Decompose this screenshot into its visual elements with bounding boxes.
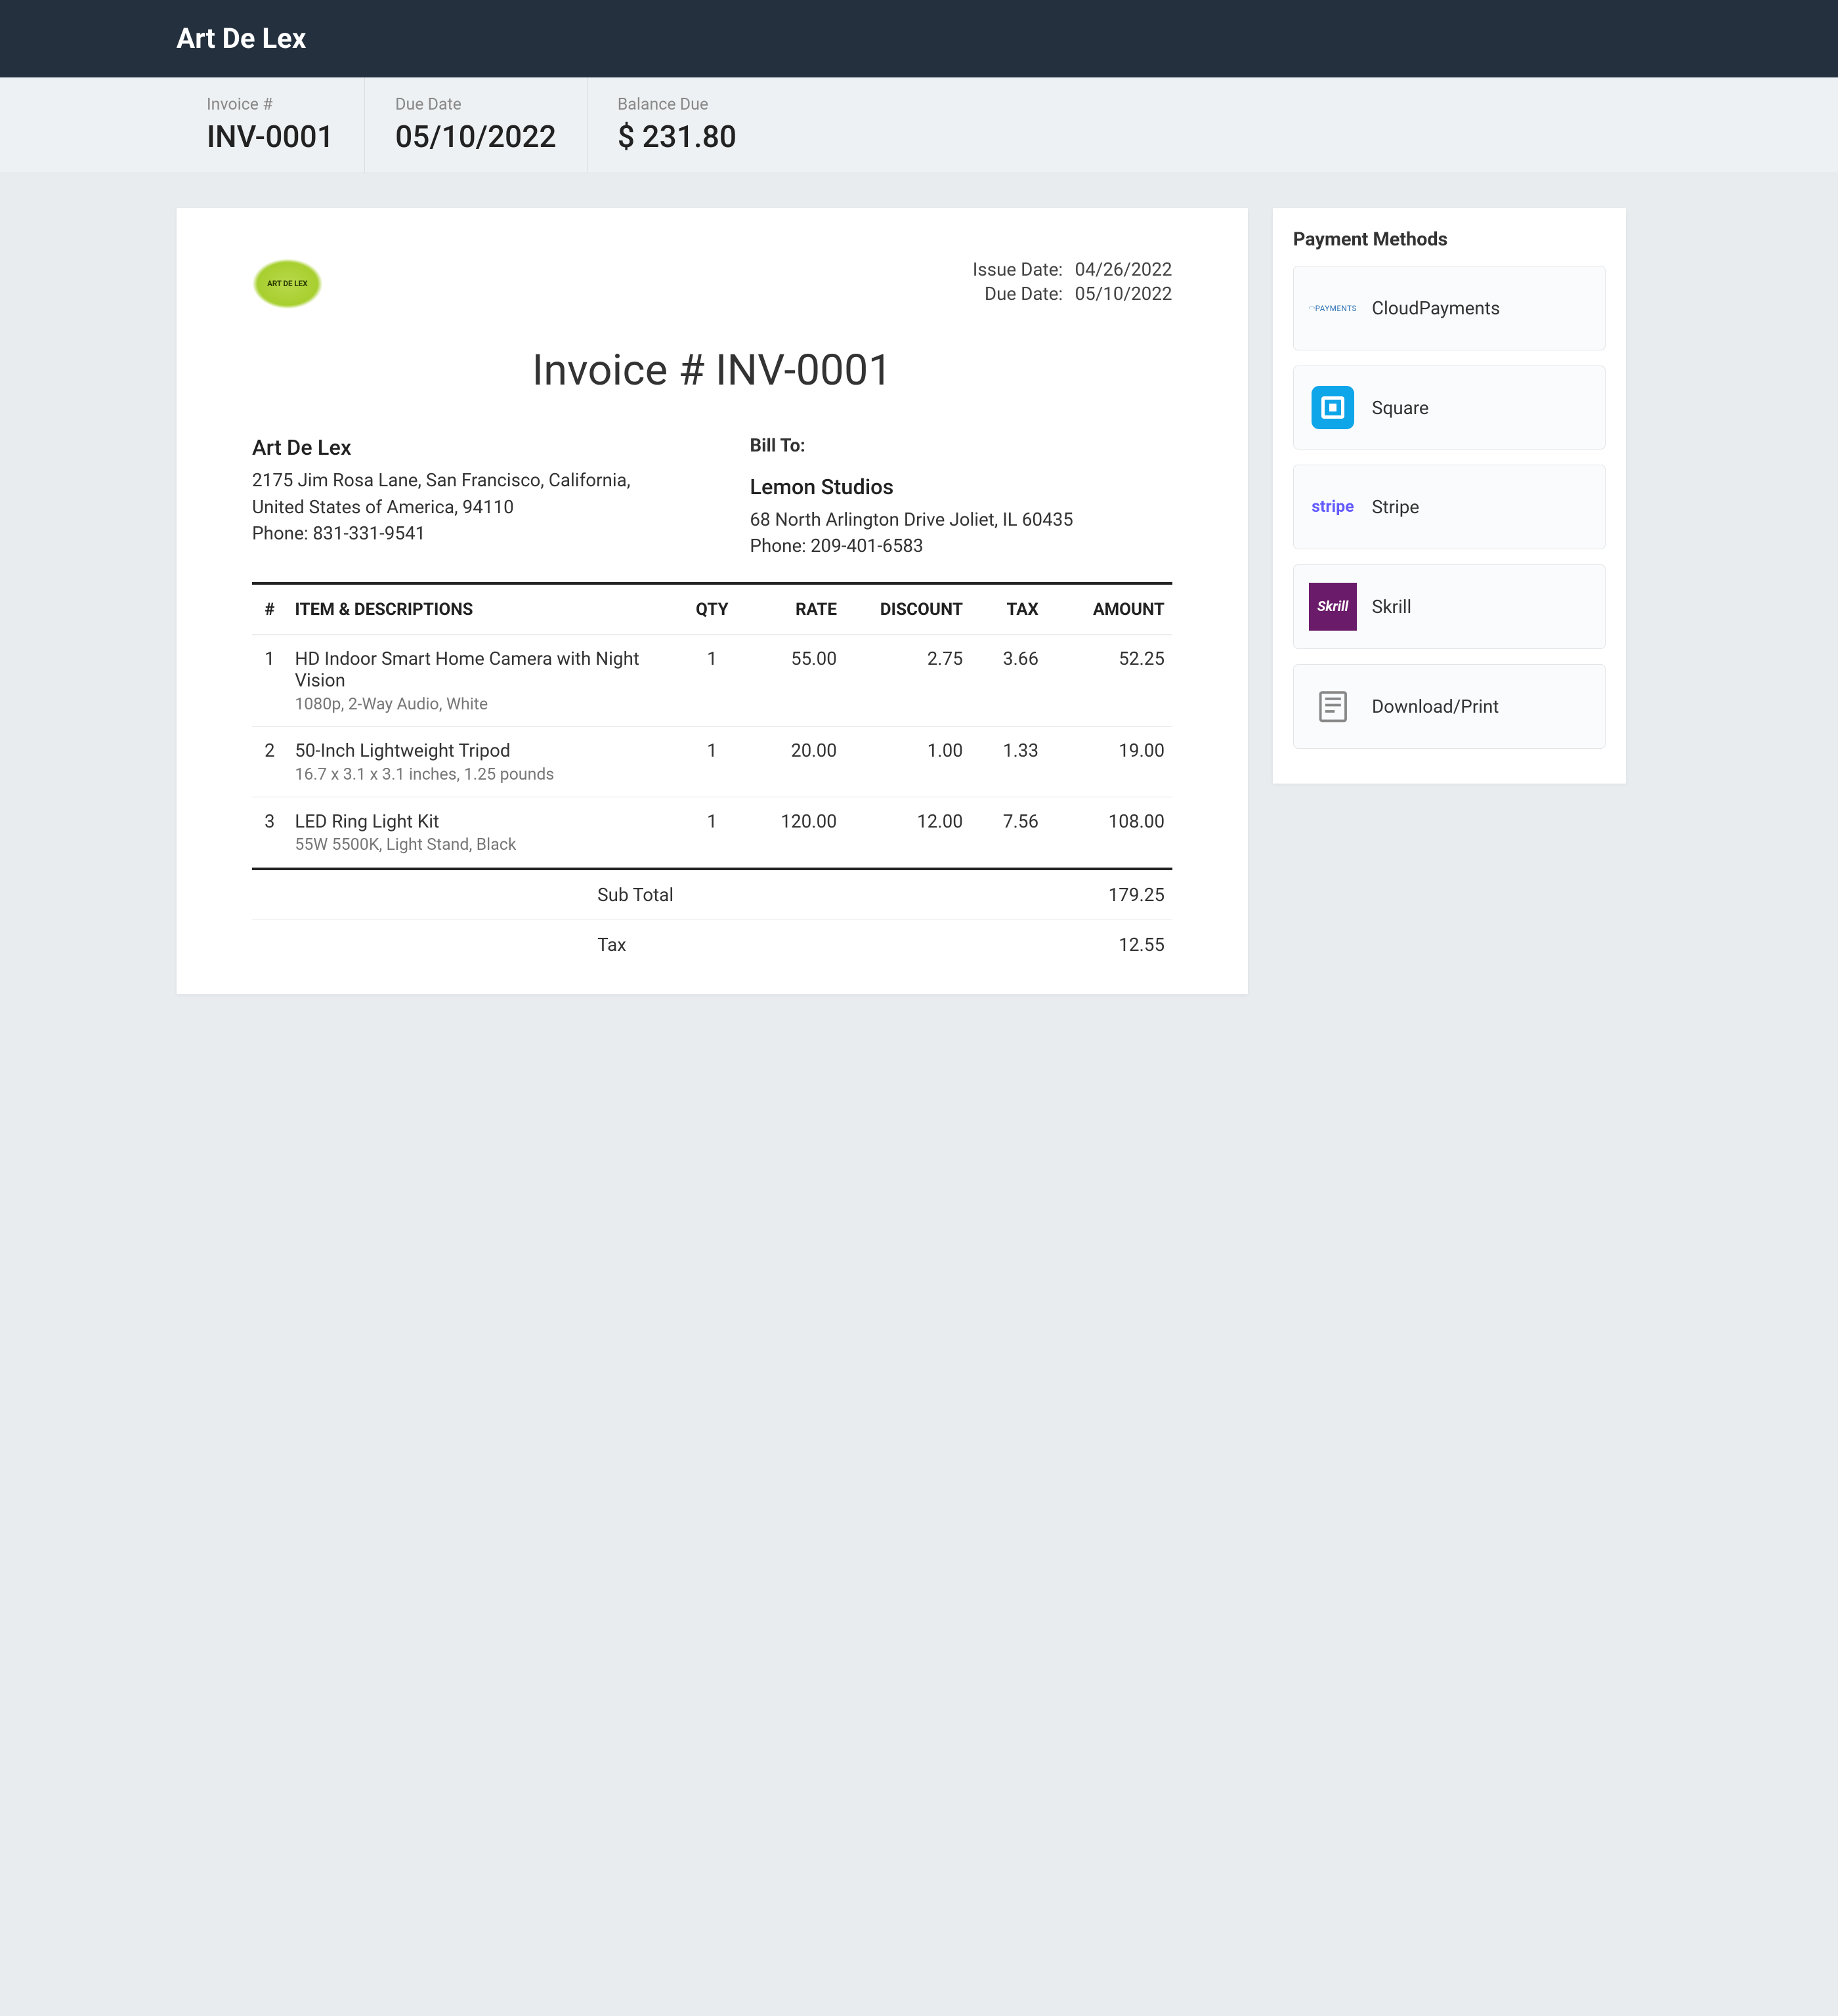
invoice-dates: Issue Date: 04/26/2022 Due Date: 05/10/2…: [956, 259, 1172, 307]
app-header: Art De Lex: [0, 0, 1838, 77]
payment-method-label: Stripe: [1372, 496, 1419, 518]
cell-item: HD Indoor Smart Home Camera with Night V…: [288, 635, 681, 727]
download-print-button[interactable]: Download/Print: [1293, 664, 1606, 749]
bill-to-address-text: 68 North Arlington Drive Joliet, IL 6043…: [750, 507, 1172, 533]
meta-due-date: Due Date 05/10/2022: [365, 77, 588, 172]
meta-balance-due: Balance Due $ 231.80: [588, 77, 767, 172]
from-name: Art De Lex: [252, 432, 674, 463]
company-logo: ART DE LEX: [252, 259, 323, 309]
cell-discount: 1.00: [844, 727, 970, 797]
cloudpayments-icon: PAYMENTS: [1309, 284, 1357, 332]
col-discount: DISCOUNT: [844, 583, 970, 635]
meta-invoice-label: Invoice #: [207, 95, 334, 114]
stripe-icon: stripe: [1309, 483, 1357, 531]
payment-methods-title: Payment Methods: [1293, 228, 1606, 251]
due-date-value: 05/10/2022: [1075, 283, 1172, 304]
meta-due-value: 05/10/2022: [395, 119, 556, 155]
invoice-totals: Sub Total 179.25 Tax 12.55: [252, 870, 1172, 969]
invoice-title: Invoice # INV-0001: [252, 345, 1172, 395]
payment-methods-panel: Payment Methods PAYMENTS CloudPayments S…: [1273, 208, 1626, 784]
meta-balance-value: $ 231.80: [618, 119, 737, 155]
payment-method-label: Square: [1372, 397, 1429, 419]
payment-method-skrill[interactable]: Skrill Skrill: [1293, 564, 1606, 649]
cell-item: 50-Inch Lightweight Tripod16.7 x 3.1 x 3…: [288, 727, 681, 797]
cell-qty: 1: [681, 727, 744, 797]
invoice-document: ART DE LEX Issue Date: 04/26/2022 Due Da…: [177, 208, 1248, 994]
col-idx: #: [252, 583, 288, 635]
issue-date-value: 04/26/2022: [1075, 259, 1172, 280]
payment-method-square[interactable]: Square: [1293, 366, 1606, 450]
bill-to-label: Bill To:: [750, 432, 1172, 459]
cell-discount: 12.00: [844, 797, 970, 869]
bill-to-name: Lemon Studios: [750, 472, 1172, 503]
cell-item: LED Ring Light Kit55W 5500K, Light Stand…: [288, 797, 681, 869]
col-amount: AMOUNT: [1046, 583, 1172, 635]
col-tax: TAX: [970, 583, 1046, 635]
print-icon: [1309, 682, 1357, 730]
square-icon: [1309, 384, 1357, 432]
cell-idx: 2: [252, 727, 288, 797]
invoice-meta-bar: Invoice # INV-0001 Due Date 05/10/2022 B…: [0, 77, 1838, 173]
item-description: 16.7 x 3.1 x 3.1 inches, 1.25 pounds: [295, 765, 673, 784]
cell-amount: 19.00: [1046, 727, 1172, 797]
bill-to-phone: Phone: 209-401-6583: [750, 533, 1172, 559]
brand-name: Art De Lex: [0, 23, 1838, 55]
payment-method-stripe[interactable]: stripe Stripe: [1293, 465, 1606, 549]
item-description: 55W 5500K, Light Stand, Black: [295, 835, 673, 854]
subtotal-label: Sub Total: [585, 884, 1014, 906]
cell-discount: 2.75: [844, 635, 970, 727]
from-address: Art De Lex 2175 Jim Rosa Lane, San Franc…: [252, 432, 674, 559]
table-row: 1HD Indoor Smart Home Camera with Night …: [252, 635, 1172, 727]
table-row: 250-Inch Lightweight Tripod16.7 x 3.1 x …: [252, 727, 1172, 797]
payment-method-label: Download/Print: [1372, 696, 1499, 717]
issue-date-label: Issue Date:: [956, 259, 1063, 280]
due-date-label: Due Date:: [956, 283, 1063, 304]
cell-tax: 1.33: [970, 727, 1046, 797]
meta-due-label: Due Date: [395, 95, 556, 114]
cell-idx: 3: [252, 797, 288, 869]
tax-value: 12.55: [1014, 934, 1165, 956]
cell-rate: 20.00: [744, 727, 845, 797]
from-address-text: 2175 Jim Rosa Lane, San Francisco, Calif…: [252, 467, 674, 520]
col-rate: RATE: [744, 583, 845, 635]
col-qty: QTY: [681, 583, 744, 635]
bill-to-address: Bill To: Lemon Studios 68 North Arlingto…: [750, 432, 1172, 559]
payment-method-cloudpayments[interactable]: PAYMENTS CloudPayments: [1293, 266, 1606, 350]
subtotal-value: 179.25: [1014, 884, 1165, 906]
cell-rate: 55.00: [744, 635, 845, 727]
cell-amount: 52.25: [1046, 635, 1172, 727]
payment-method-label: CloudPayments: [1372, 297, 1500, 319]
meta-invoice-number: Invoice # INV-0001: [177, 77, 365, 172]
item-description: 1080p, 2-Way Audio, White: [295, 695, 673, 714]
tax-label: Tax: [585, 934, 1014, 956]
cell-rate: 120.00: [744, 797, 845, 869]
payment-method-label: Skrill: [1372, 596, 1411, 618]
from-phone: Phone: 831-331-9541: [252, 520, 674, 547]
cell-idx: 1: [252, 635, 288, 727]
meta-balance-label: Balance Due: [618, 95, 737, 114]
cell-tax: 7.56: [970, 797, 1046, 869]
skrill-icon: Skrill: [1309, 583, 1357, 631]
cell-qty: 1: [681, 635, 744, 727]
line-items-table: # ITEM & DESCRIPTIONS QTY RATE DISCOUNT …: [252, 582, 1172, 870]
col-item: ITEM & DESCRIPTIONS: [288, 583, 681, 635]
cell-qty: 1: [681, 797, 744, 869]
cell-tax: 3.66: [970, 635, 1046, 727]
table-row: 3LED Ring Light Kit55W 5500K, Light Stan…: [252, 797, 1172, 869]
cell-amount: 108.00: [1046, 797, 1172, 869]
meta-invoice-value: INV-0001: [207, 119, 334, 155]
